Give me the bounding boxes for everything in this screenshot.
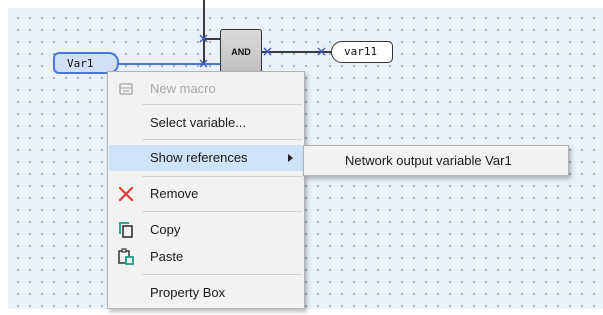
connection-mark [263, 47, 272, 56]
submenu-arrow-icon [288, 154, 293, 162]
menu-item-property-box[interactable]: Property Box [109, 280, 303, 306]
context-menu: New macro Select variable... Show refere… [107, 71, 305, 309]
menu-separator [142, 176, 302, 177]
connection-mark [317, 47, 326, 56]
paste-icon [118, 248, 134, 265]
references-submenu: Network output variable Var1 [303, 145, 569, 176]
connection-mark [199, 59, 208, 68]
output-variable-var11[interactable]: var11 [331, 41, 393, 63]
remove-icon [118, 186, 134, 202]
copy-icon [119, 222, 133, 238]
connection-mark [199, 34, 208, 43]
menu-item-paste[interactable]: Paste [109, 244, 303, 270]
input-variable-label: Var1 [67, 57, 94, 70]
menu-separator [142, 139, 302, 140]
menu-separator [142, 274, 302, 275]
menu-item-remove[interactable]: Remove [109, 181, 303, 207]
output-variable-label: var11 [344, 45, 378, 58]
menu-item-copy[interactable]: Copy [109, 217, 303, 243]
macro-icon [119, 83, 133, 95]
submenu-item-network-output-variable[interactable]: Network output variable Var1 [345, 153, 512, 168]
menu-item-select-variable[interactable]: Select variable... [109, 110, 303, 136]
menu-item-new-macro: New macro [109, 76, 303, 102]
menu-item-show-references[interactable]: Show references [109, 145, 303, 171]
menu-separator [142, 104, 302, 105]
and-block-label: AND [231, 47, 251, 57]
top-wire [203, 0, 205, 63]
menu-separator [142, 211, 302, 212]
